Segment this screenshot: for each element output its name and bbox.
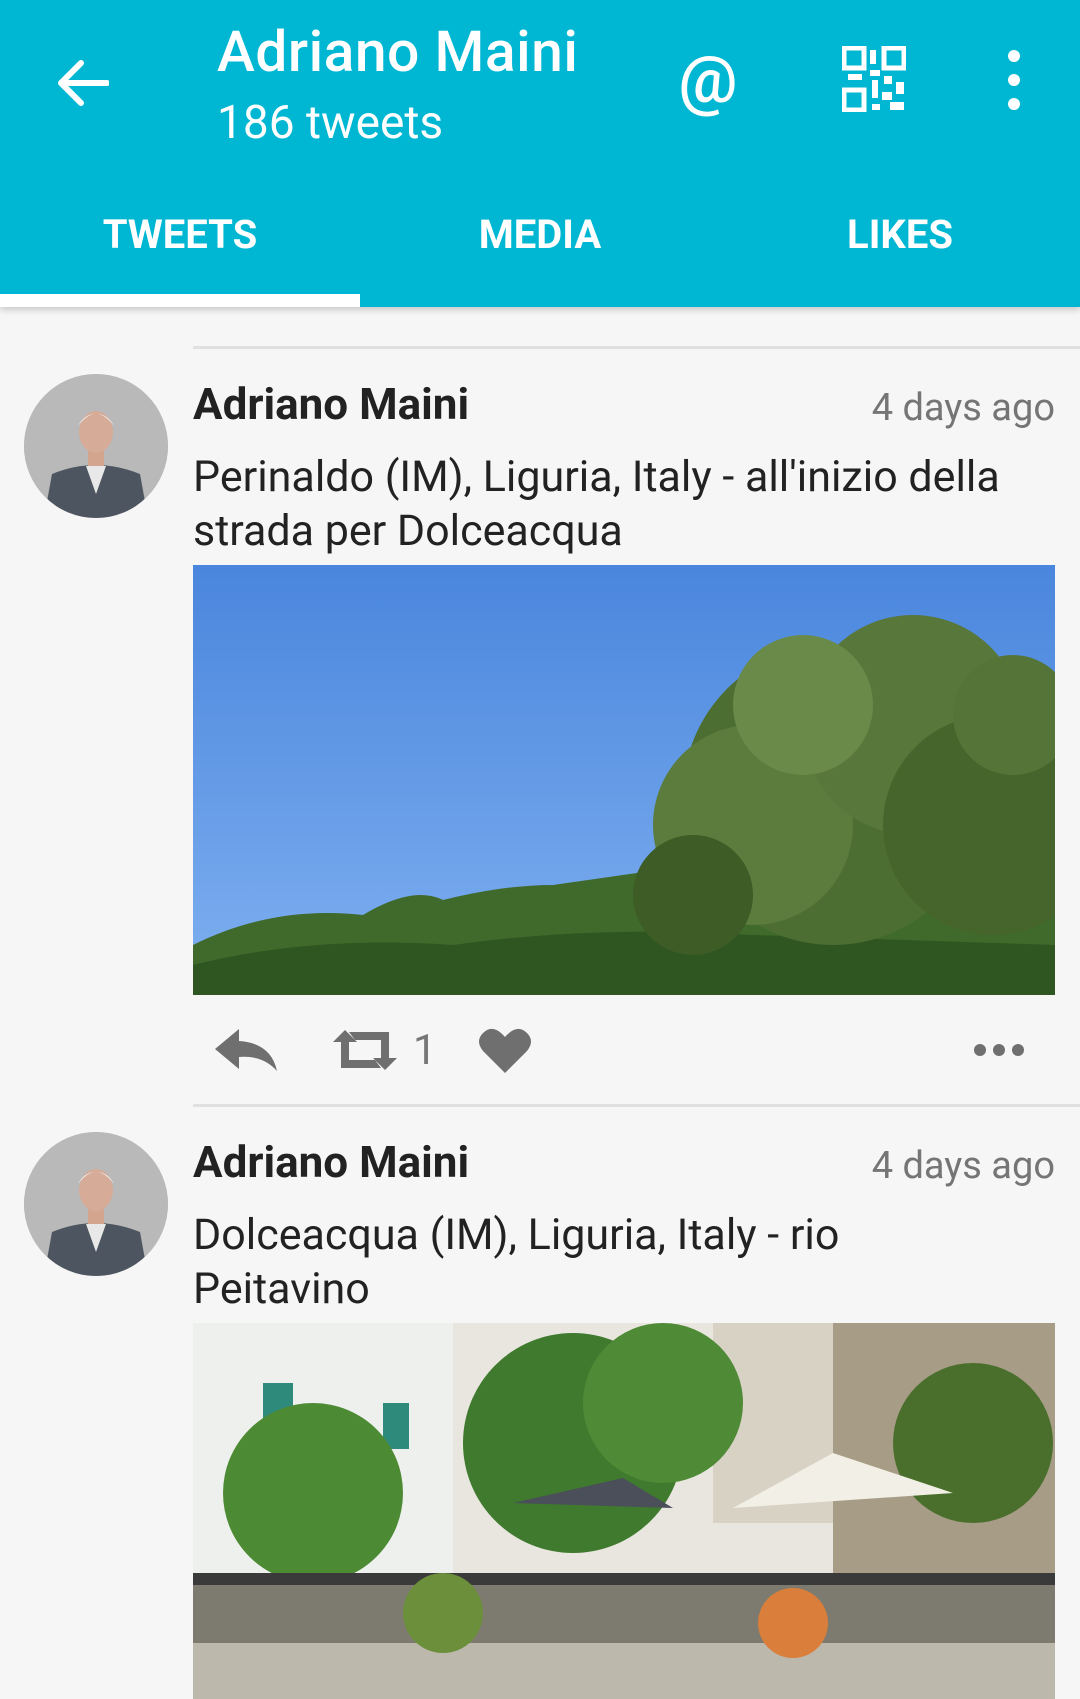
profile-name: Adriano Maini (217, 18, 579, 85)
tweet-divider (193, 1104, 1080, 1107)
tweet-actions: 1 (193, 1015, 1055, 1085)
tab-tweets[interactable]: TWEETS (0, 180, 360, 307)
like-button[interactable] (477, 1015, 533, 1085)
tweet-timestamp: 4 days ago (871, 1144, 1055, 1188)
tweet-media-photo[interactable] (193, 565, 1055, 995)
active-tab-indicator (0, 294, 360, 307)
retweet-icon (333, 1030, 397, 1070)
heart-icon (479, 1028, 531, 1073)
reply-button[interactable] (213, 1015, 279, 1085)
tweet-more-button[interactable] (973, 1015, 1025, 1085)
tweet-author[interactable]: Adriano Maini (193, 1136, 469, 1188)
tweet-media-photo[interactable] (193, 1323, 1055, 1699)
avatar[interactable] (24, 1132, 168, 1276)
more-vert-icon[interactable] (998, 50, 1030, 110)
mention-button[interactable]: @ (672, 40, 744, 120)
retweet-button[interactable]: 1 (331, 1015, 437, 1085)
qr-code-icon (841, 45, 907, 113)
arrow-left-icon (58, 60, 109, 106)
tab-media[interactable]: MEDIA (360, 180, 720, 307)
back-button[interactable] (50, 50, 116, 116)
qr-code-button[interactable] (841, 45, 907, 113)
avatar[interactable] (24, 374, 168, 518)
profile-tabs: TWEETS MEDIA LIKES (0, 180, 1080, 307)
tab-likes[interactable]: LIKES (720, 180, 1080, 307)
tweet-divider (193, 346, 1080, 349)
app-bar: Adriano Maini 186 tweets @ TWEETS MEDIA … (0, 0, 1080, 307)
tweet-text: Dolceacqua (IM), Liguria, Italy - rio Pe… (193, 1210, 840, 1314)
tweet-text: Perinaldo (IM), Liguria, Italy - all'ini… (193, 452, 1000, 556)
retweet-count: 1 (413, 1025, 437, 1075)
tweet-timestamp: 4 days ago (871, 386, 1055, 430)
tweet-author[interactable]: Adriano Maini (193, 378, 469, 430)
reply-icon (215, 1029, 277, 1071)
tweet-count: 186 tweets (217, 96, 444, 150)
more-horiz-icon (974, 1044, 1024, 1056)
